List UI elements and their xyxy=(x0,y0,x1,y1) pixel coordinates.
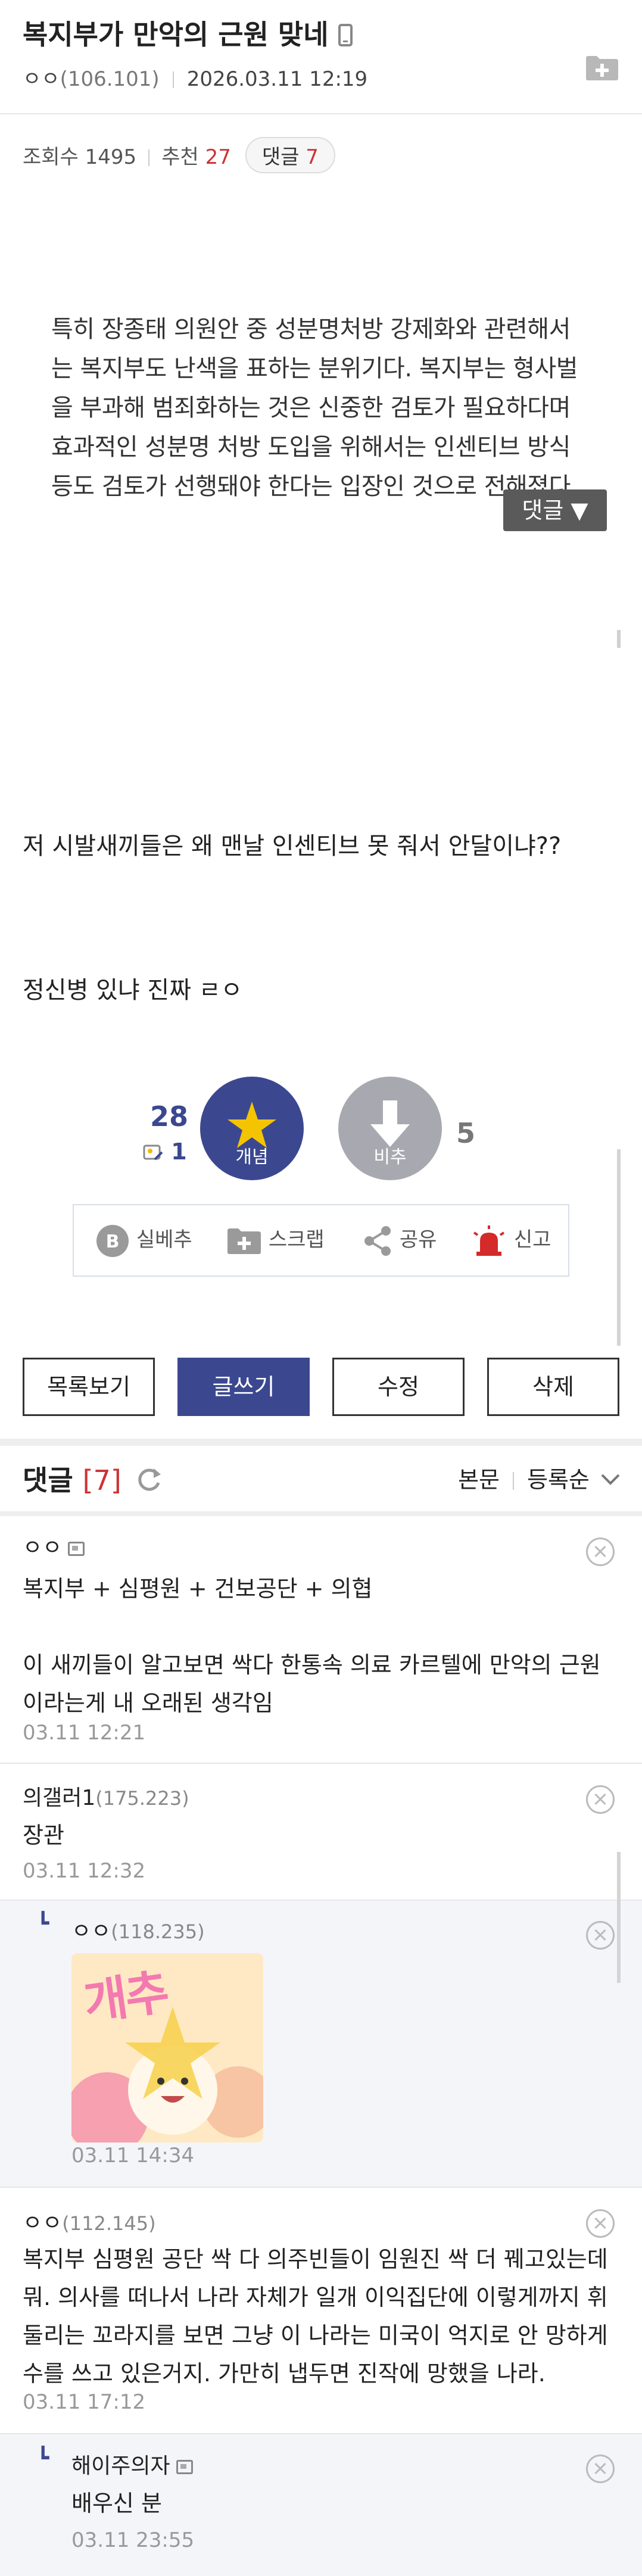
reply-arrow-icon: ┗ xyxy=(37,1911,49,1935)
post-title: 복지부가 만악의 근원 맞네 xyxy=(23,13,353,52)
folder-add-icon[interactable] xyxy=(585,54,619,81)
comments-count: [7] xyxy=(82,1464,121,1496)
folder-plus-icon xyxy=(227,1228,261,1254)
comment-author-ip: (118.235) xyxy=(111,1920,205,1943)
comment-date: 03.11 12:21 xyxy=(23,1721,146,1745)
member-badge-icon xyxy=(176,2460,193,2474)
upvote-count: 28 xyxy=(150,1100,189,1133)
close-icon[interactable] xyxy=(586,1538,615,1566)
comment-author: ㅇㅇ(112.145) xyxy=(23,2206,156,2237)
comment-pill-count: 7 xyxy=(306,145,319,169)
comment-author-name[interactable]: 해이주의자 xyxy=(71,2454,170,2478)
post-datetime: 2026.03.11 12:19 xyxy=(186,67,368,91)
best-label: 실베추 xyxy=(136,1228,192,1252)
jump-to-comments-button[interactable]: 댓글 ▼ xyxy=(503,489,607,531)
report-label: 신고 xyxy=(513,1228,551,1252)
sort-body-toggle[interactable]: 본문 xyxy=(458,1467,500,1493)
comment-sort: 본문 등록순 xyxy=(458,1461,621,1494)
post-body-line: 저 시발새끼들은 왜 맨날 인센티브 못 줘서 안달이냐?? xyxy=(23,832,562,860)
post-body-quote: 특히 장종태 의원안 중 성분명처방 강제화와 관련해서는 복지부도 난색을 표… xyxy=(51,316,578,500)
reply-indicator: ┗ xyxy=(37,2446,49,2470)
sticker-image: 개추 xyxy=(71,1953,263,2142)
member-upvote-icon xyxy=(143,1144,163,1161)
siren-icon xyxy=(473,1225,505,1256)
post-stats: 조회수 1495 추천 27 댓글 7 xyxy=(23,137,335,173)
chevron-down-icon[interactable] xyxy=(600,1473,621,1486)
delete-button[interactable]: 삭제 xyxy=(487,1358,619,1416)
comment-divider xyxy=(0,1763,642,1764)
comments-title: 댓글 xyxy=(23,1464,73,1496)
comment-author-name[interactable]: ㅇㅇ xyxy=(23,2211,62,2235)
best-recommend-button[interactable]: B 실베추 xyxy=(95,1222,192,1258)
comment-text: 복지부 + 심평원 + 건보공단 + 의협 이 새끼들이 알고보면 싹다 한통속… xyxy=(23,1576,601,1716)
comment-count-pill[interactable]: 댓글 7 xyxy=(245,137,335,173)
views-count: 조회수 1495 xyxy=(23,145,137,169)
divider xyxy=(513,1472,515,1490)
comment-date: 03.11 23:55 xyxy=(71,2528,195,2552)
section-divider xyxy=(0,1511,642,1516)
close-icon[interactable] xyxy=(586,2455,615,2483)
fixed-upvote-count: 1 xyxy=(143,1139,187,1165)
comment-author-name[interactable]: ㅇㅇ xyxy=(23,1536,62,1560)
comment-pill-label: 댓글 xyxy=(261,145,300,169)
comment-date: 03.11 14:34 xyxy=(71,2144,195,2168)
divider xyxy=(148,149,150,166)
downvote-label: 비추 xyxy=(373,1147,407,1168)
comment-author-name[interactable]: 의갤러1 xyxy=(23,1786,95,1810)
scrap-button[interactable]: 스크랩 xyxy=(226,1222,325,1258)
comments-header: 댓글 [7] xyxy=(23,1459,163,1498)
share-button[interactable]: 공유 xyxy=(362,1222,437,1258)
close-icon[interactable] xyxy=(586,1921,615,1950)
scrollbar[interactable] xyxy=(617,630,621,648)
comment-author: ㅇㅇ(118.235) xyxy=(71,1914,205,1945)
post-meta: ㅇㅇ(106.101) 2026.03.11 12:19 xyxy=(23,63,367,92)
best-b-icon: B xyxy=(96,1224,129,1257)
share-label: 공유 xyxy=(399,1228,437,1252)
comment-author-ip: (112.145) xyxy=(62,2212,156,2235)
refresh-icon[interactable] xyxy=(136,1466,163,1493)
scrollbar[interactable] xyxy=(617,1852,621,1983)
comment-date: 03.11 12:32 xyxy=(23,1859,146,1883)
post-body-line: 정신병 있냐 진짜 ㄹㅇ xyxy=(23,977,243,1004)
share-icon xyxy=(364,1225,391,1256)
downvote-count: 5 xyxy=(456,1117,476,1149)
reply-arrow-icon: ┗ xyxy=(37,2446,49,2470)
header-divider xyxy=(0,113,642,114)
fixed-upvote-value: 1 xyxy=(171,1139,187,1165)
comment-text: 배우신 분 xyxy=(71,2490,162,2516)
author-ip: (106.101) xyxy=(60,67,160,91)
member-badge-icon xyxy=(68,1542,85,1556)
comment-text: 복지부 심평원 공단 싹 다 의주빈들이 임원진 싹 더 꿰고있는데 뭐. 의사… xyxy=(23,2246,608,2387)
comment-author: 의갤러1(175.223) xyxy=(23,1780,189,1811)
close-icon[interactable] xyxy=(586,2209,615,2238)
recommend-label: 추천 xyxy=(161,145,199,169)
close-icon[interactable] xyxy=(586,1785,615,1814)
comment-text: 장관 xyxy=(23,1822,64,1848)
divider xyxy=(172,71,174,88)
comment-author: 해이주의자 xyxy=(71,2449,193,2480)
section-divider xyxy=(0,1439,642,1446)
mobile-icon xyxy=(338,24,353,46)
sort-order-select[interactable]: 등록순 xyxy=(527,1467,590,1493)
svg-text:B: B xyxy=(106,1231,120,1252)
write-button[interactable]: 글쓰기 xyxy=(177,1358,310,1416)
reply-indicator: ┗ xyxy=(37,1911,49,1935)
edit-button[interactable]: 수정 xyxy=(332,1358,465,1416)
comment-author: ㅇㅇ xyxy=(23,1530,85,1561)
upvote-label: 개념 xyxy=(235,1147,269,1168)
report-button[interactable]: 신고 xyxy=(470,1222,551,1258)
author-name[interactable]: ㅇㅇ xyxy=(23,67,60,91)
recommend-count: 27 xyxy=(205,145,231,169)
comment-date: 03.11 17:12 xyxy=(23,2390,146,2414)
comment-divider xyxy=(0,2187,642,2188)
scrollbar[interactable] xyxy=(617,1149,621,1346)
scrap-label: 스크랩 xyxy=(268,1228,325,1252)
list-button[interactable]: 목록보기 xyxy=(23,1358,155,1416)
comment-author-name[interactable]: ㅇㅇ xyxy=(71,1919,111,1944)
sticker-caption: 개추 xyxy=(80,1964,170,2031)
comment-author-ip: (175.223) xyxy=(95,1787,189,1810)
